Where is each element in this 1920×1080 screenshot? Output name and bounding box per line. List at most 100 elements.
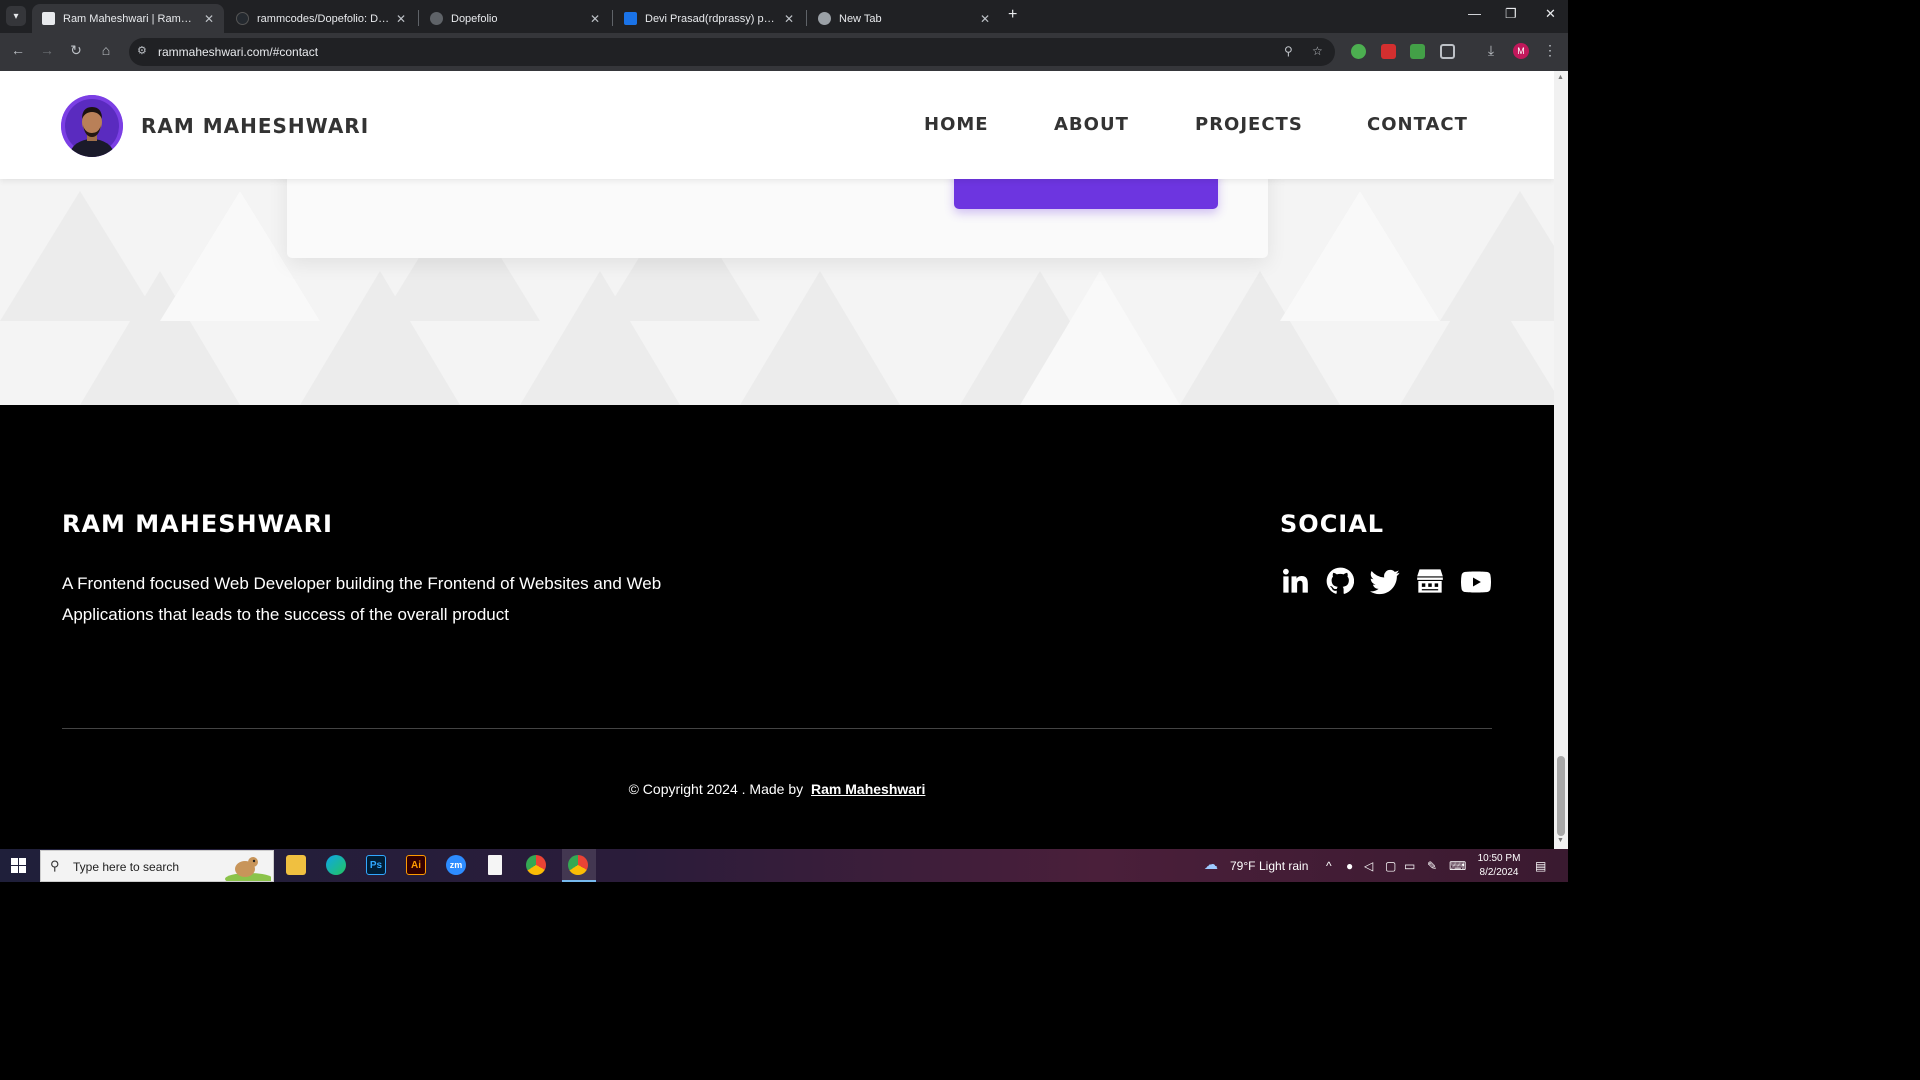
tab-title: Dopefolio	[451, 12, 498, 25]
notepad-icon[interactable]	[488, 855, 502, 875]
footer-name: RAM MAHESHWARI	[62, 510, 333, 538]
windows-taskbar: ⚲ Type here to search Ps Ai zm ☁ 79°F Li…	[0, 849, 1568, 882]
tab-title: Devi Prasad(rdprassy) portfolio	[645, 12, 778, 25]
footer-description: A Frontend focused Web Developer buildin…	[62, 574, 662, 624]
tab-close-icon[interactable]: ✕	[980, 12, 990, 26]
camera-icon[interactable]: ▢	[1385, 859, 1396, 873]
extension-3-icon[interactable]	[1410, 44, 1425, 59]
back-icon[interactable]: ←	[8, 42, 28, 58]
browser-tab-1[interactable]: Ram Maheshwari | RammCodes ✕	[32, 4, 224, 33]
nav-projects[interactable]: PROJECTS	[1195, 114, 1303, 135]
footer-divider	[62, 728, 1492, 729]
speaker-icon[interactable]: ◁	[1364, 859, 1373, 873]
bookmark-star-icon[interactable]: ☆	[1312, 44, 1323, 58]
browser-tab-5[interactable]: New Tab ✕	[808, 4, 1000, 33]
browser-tab-3[interactable]: Dopefolio ✕	[420, 4, 610, 33]
keyboard-icon[interactable]: ⌨	[1449, 859, 1466, 873]
tab-close-icon[interactable]: ✕	[396, 12, 406, 26]
nav-home[interactable]: HOME	[924, 114, 989, 135]
tab-favicon-icon	[42, 12, 55, 25]
microphone-icon[interactable]: ●	[1346, 859, 1353, 873]
scroll-thumb[interactable]	[1557, 756, 1565, 836]
footer-social-title: SOCIAL	[1280, 510, 1385, 538]
extensions-puzzle-icon[interactable]	[1440, 44, 1455, 59]
close-window-icon[interactable]: ✕	[1545, 6, 1556, 22]
tab-close-icon[interactable]: ✕	[784, 12, 794, 26]
menu-kebab-icon[interactable]: ⋮	[1540, 42, 1560, 59]
nav-contact[interactable]: CONTACT	[1367, 114, 1468, 135]
weather-cloud-icon[interactable]: ☁	[1204, 856, 1218, 873]
photoshop-icon[interactable]: Ps	[366, 855, 386, 875]
clock-date: 8/2/2024	[1479, 867, 1519, 878]
chrome-favicon-icon	[818, 12, 831, 25]
search-highlight-icon	[225, 857, 271, 881]
weather-text[interactable]: Light rain	[1259, 859, 1308, 873]
site-info-icon[interactable]: ⚙	[137, 44, 151, 58]
chrome-icon[interactable]	[526, 855, 546, 875]
profile-photo-icon	[61, 95, 123, 157]
extension-2-icon[interactable]	[1381, 44, 1396, 59]
tab-title: Ram Maheshwari | RammCodes	[63, 12, 198, 25]
browser-tab-4[interactable]: Devi Prasad(rdprassy) portfolio ✕	[614, 4, 804, 33]
site-footer: RAM MAHESHWARI A Frontend focused Web De…	[0, 405, 1554, 849]
linkedin-icon[interactable]	[1281, 567, 1311, 597]
tab-close-icon[interactable]: ✕	[204, 12, 214, 26]
edge-icon[interactable]	[326, 855, 346, 875]
shop-icon[interactable]	[1416, 567, 1446, 597]
minimize-icon[interactable]: —	[1468, 6, 1481, 21]
taskbar-search-box[interactable]: ⚲ Type here to search	[40, 850, 274, 882]
reload-icon[interactable]: ↻	[66, 42, 86, 59]
youtube-icon[interactable]	[1460, 567, 1492, 597]
pen-icon[interactable]: ✎	[1427, 859, 1437, 873]
nav-about[interactable]: ABOUT	[1054, 114, 1129, 135]
download-icon[interactable]: ⤓	[1481, 42, 1501, 59]
page-scrollbar[interactable]: ▲ ▼	[1554, 71, 1568, 849]
browser-tab-2[interactable]: rammcodes/Dopefolio: Dopefolio ✕	[226, 4, 416, 33]
notifications-icon[interactable]: ▤	[1535, 859, 1546, 873]
tab-close-icon[interactable]: ✕	[590, 12, 600, 26]
avatar[interactable]	[61, 95, 123, 157]
chrome-profile-icon[interactable]	[568, 855, 588, 875]
tab-title: rammcodes/Dopefolio: Dopefolio	[257, 12, 390, 25]
windows-start-icon[interactable]	[11, 858, 26, 873]
weather-temp[interactable]: 79°F	[1230, 859, 1255, 873]
address-url[interactable]: rammaheshwari.com/#contact	[158, 45, 318, 59]
tab-separator	[806, 10, 807, 26]
twitter-icon[interactable]	[1370, 567, 1400, 597]
tray-chevron-icon[interactable]: ^	[1326, 859, 1332, 873]
profile-avatar[interactable]: M	[1513, 43, 1529, 59]
footer-copyright: © Copyright 2024 . Made by Ram Maheshwar…	[0, 781, 1554, 797]
github-icon[interactable]	[1326, 567, 1356, 597]
tab-title: New Tab	[839, 12, 882, 25]
file-explorer-icon[interactable]	[286, 855, 306, 875]
zoom-icon[interactable]: ⚲	[1284, 44, 1293, 58]
taskbar-search-placeholder: Type here to search	[73, 860, 180, 874]
home-icon[interactable]: ⌂	[96, 42, 116, 58]
clock-time: 10:50 PM	[1477, 853, 1521, 864]
scroll-down-icon[interactable]: ▼	[1557, 837, 1564, 844]
illustrator-icon[interactable]: Ai	[406, 855, 426, 875]
page-viewport: RAM MAHESHWARI HOME ABOUT PROJECTS CONTA…	[0, 71, 1554, 849]
scroll-up-icon[interactable]: ▲	[1557, 74, 1564, 81]
forward-icon[interactable]: →	[37, 42, 57, 58]
copyright-text: © Copyright 2024 . Made by	[628, 781, 804, 797]
search-icon: ⚲	[50, 858, 60, 873]
copyright-author-link[interactable]: Ram Maheshwari	[811, 781, 925, 797]
extension-1-icon[interactable]	[1351, 44, 1366, 59]
site-brand[interactable]: RAM MAHESHWARI	[141, 114, 369, 138]
rd-favicon-icon	[624, 12, 637, 25]
address-bar[interactable]: ⚙ rammaheshwari.com/#contact ⚲ ☆	[129, 38, 1335, 66]
github-favicon-icon	[236, 12, 249, 25]
browser-toolbar: ← → ↻ ⌂ ⚙ rammaheshwari.com/#contact ⚲ ☆…	[0, 33, 1568, 71]
new-tab-button[interactable]: +	[1008, 6, 1017, 24]
tab-separator	[612, 10, 613, 26]
site-header: RAM MAHESHWARI HOME ABOUT PROJECTS CONTA…	[0, 71, 1554, 179]
globe-favicon-icon	[430, 12, 443, 25]
network-icon[interactable]: ▭	[1404, 859, 1415, 873]
taskbar-clock[interactable]: 10:50 PM 8/2/2024	[1473, 852, 1525, 880]
browser-tab-bar: ▾ Ram Maheshwari | RammCodes ✕ rammcodes…	[0, 0, 1568, 33]
tab-separator	[418, 10, 419, 26]
zoom-app-icon[interactable]: zm	[446, 855, 466, 875]
tab-search-button[interactable]: ▾	[6, 6, 26, 26]
restore-icon[interactable]: ❐	[1505, 6, 1517, 22]
